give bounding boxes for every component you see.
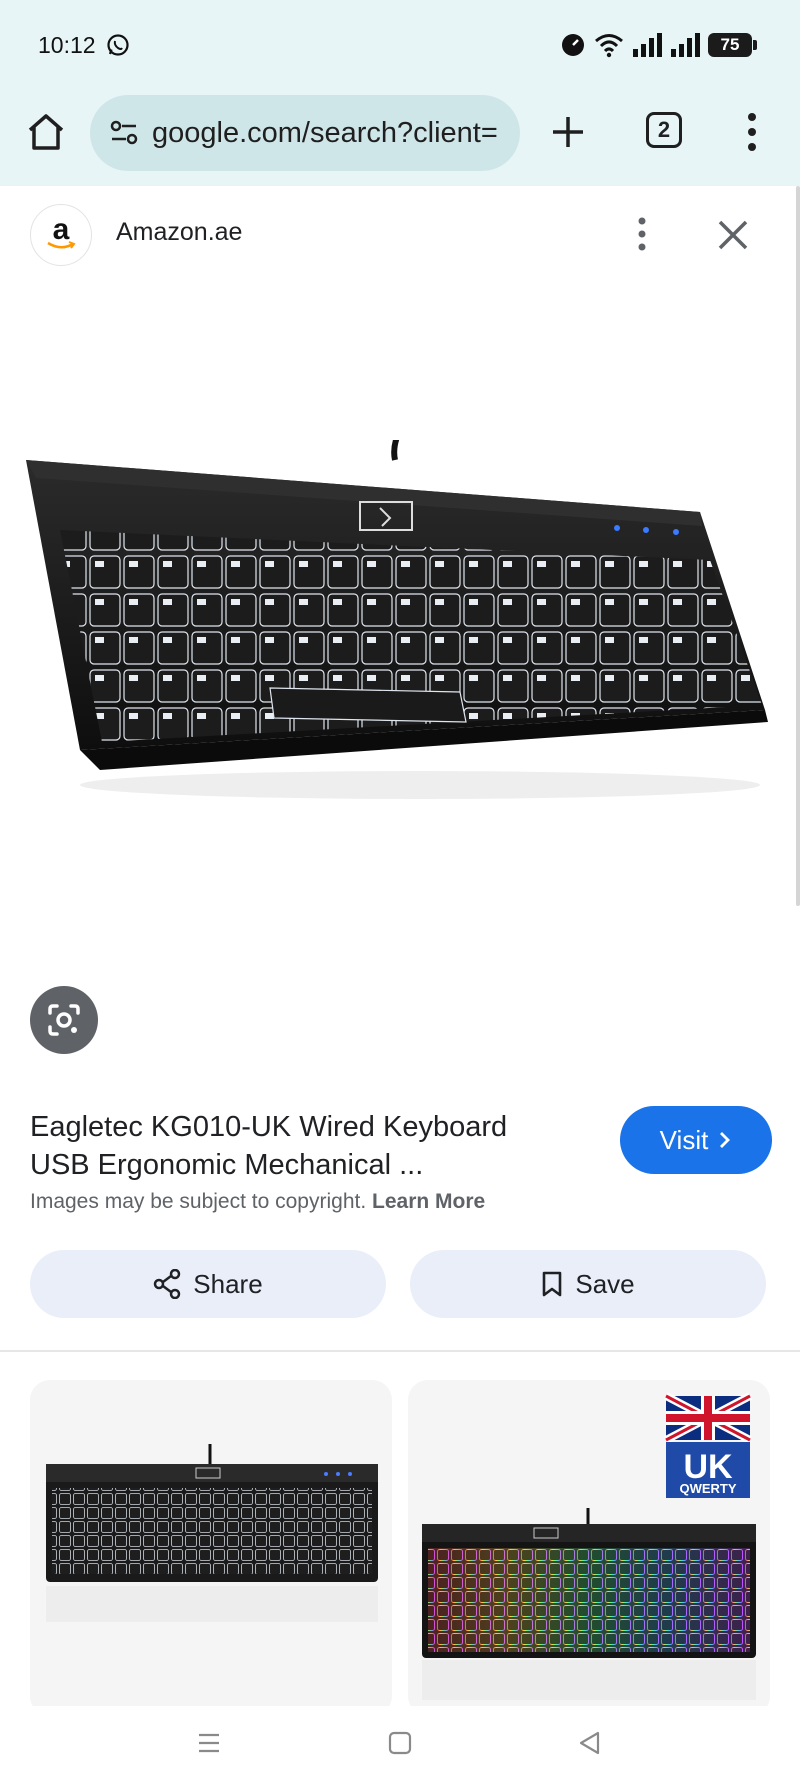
product-title[interactable]: Eagletec KG010-UK Wired Keyboard USB Erg… — [30, 1108, 590, 1184]
uk-flag-icon — [664, 1392, 752, 1444]
battery-icon: 75 — [708, 33, 757, 57]
close-icon[interactable] — [716, 218, 750, 252]
keyboard-thumbnail — [46, 1444, 378, 1622]
divider — [0, 1350, 800, 1352]
save-label: Save — [575, 1268, 635, 1299]
home-icon[interactable] — [24, 110, 68, 154]
more-vert-icon[interactable] — [632, 210, 652, 258]
share-label: Share — [193, 1268, 263, 1299]
copyright-notice: Images may be subject to copyright. Lear… — [30, 1190, 486, 1213]
product-image[interactable] — [20, 440, 780, 880]
bookmark-icon — [543, 1271, 562, 1297]
nav-menu-icon[interactable] — [196, 1730, 222, 1756]
visit-label: Visit — [659, 1124, 709, 1155]
save-button[interactable]: Save — [410, 1250, 766, 1318]
related-image-2[interactable]: UK QWERTY — [408, 1380, 770, 1716]
status-icons: 75 — [560, 28, 757, 62]
more-vert-icon[interactable] — [742, 108, 762, 156]
source-header: a Amazon.ae — [0, 186, 800, 286]
amazon-smile-icon — [47, 241, 76, 249]
address-bar[interactable]: google.com/search?client= — [90, 95, 520, 171]
amazon-logo[interactable]: a — [30, 204, 92, 266]
plus-icon[interactable] — [548, 112, 588, 152]
tab-switcher-icon[interactable]: 2 — [646, 112, 682, 148]
nav-back-icon[interactable] — [577, 1730, 603, 1756]
visit-button[interactable]: Visit — [620, 1106, 772, 1174]
wifi-icon — [595, 34, 623, 58]
chevron-right-icon — [720, 1132, 731, 1148]
status-bar: 10:12 75 — [0, 0, 800, 88]
signal-icon-2 — [671, 33, 700, 57]
nav-home-icon[interactable] — [387, 1730, 413, 1756]
rgb-keyboard-thumbnail: UK QWERTY — [422, 1392, 756, 1700]
browser-toolbar: google.com/search?client= 2 — [0, 88, 800, 186]
system-nav-bar — [0, 1706, 800, 1786]
url-text[interactable]: google.com/search?client= — [152, 117, 498, 150]
site-settings-icon[interactable] — [108, 117, 140, 149]
share-icon — [154, 1269, 181, 1299]
lens-button[interactable] — [30, 986, 98, 1054]
learn-more-link[interactable]: Learn More — [372, 1190, 485, 1213]
scrollbar[interactable] — [796, 186, 800, 906]
data-saver-icon — [562, 34, 584, 56]
whatsapp-icon — [107, 34, 129, 56]
share-button[interactable]: Share — [30, 1250, 386, 1318]
qwerty-badge-text: QWERTY — [679, 1481, 736, 1496]
lens-icon — [48, 1004, 80, 1036]
related-image-1[interactable] — [30, 1380, 392, 1716]
signal-icon — [633, 33, 662, 57]
source-name[interactable]: Amazon.ae — [116, 218, 242, 247]
status-time: 10:12 — [38, 32, 96, 58]
